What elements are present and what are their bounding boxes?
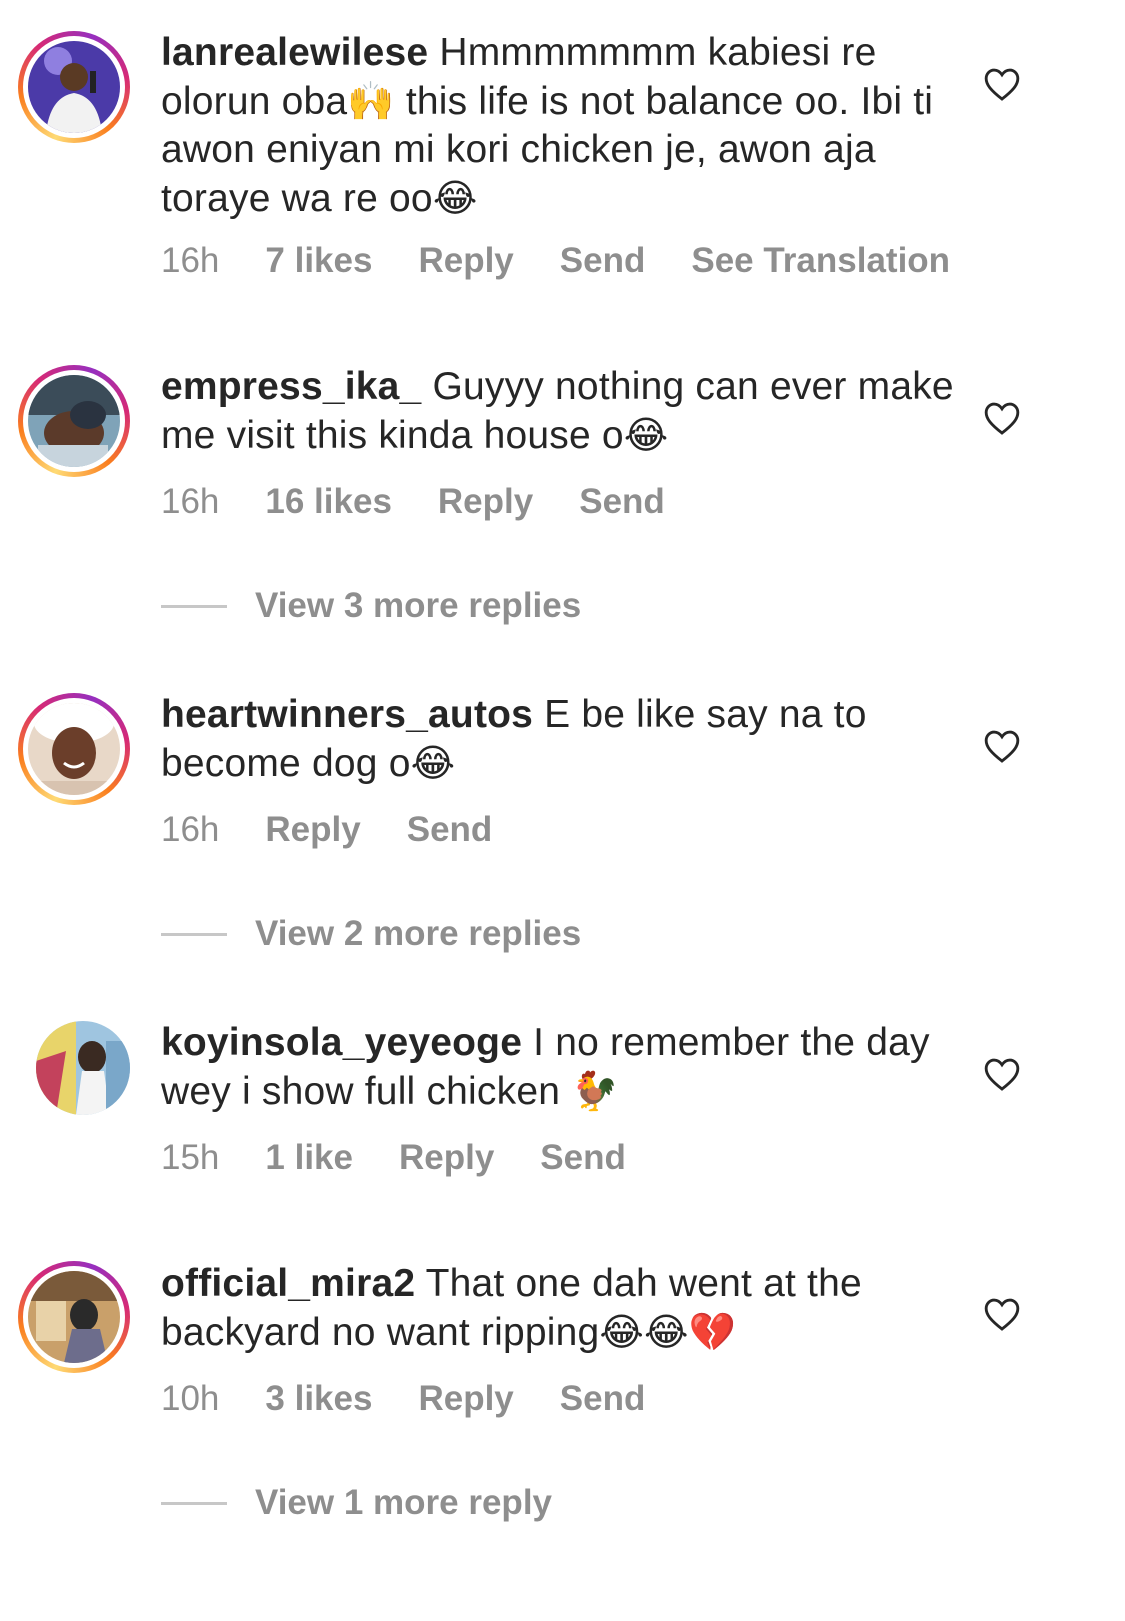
reply-button[interactable]: Reply xyxy=(418,241,513,280)
heart-outline-icon[interactable] xyxy=(983,728,1021,764)
comment-meta: 10h 3 likes Reply Send xyxy=(161,1379,691,1419)
view-replies-label: View 3 more replies xyxy=(255,586,582,625)
comment-meta: 16h 7 likes Reply Send See Translation xyxy=(161,241,996,281)
laughing-emoji: 😂 xyxy=(432,176,478,220)
view-replies-label: View 1 more reply xyxy=(255,1483,553,1522)
comment-time: 15h xyxy=(161,1138,220,1177)
avatar-image xyxy=(28,703,120,795)
comment-text: empress_ika_ Guyyy nothing can ever make… xyxy=(161,363,961,460)
comment-text: lanrealewilese Hmmmmmmm kabiesi re oloru… xyxy=(161,29,961,223)
send-button[interactable]: Send xyxy=(540,1138,626,1177)
comment-username[interactable]: lanrealewilese xyxy=(161,31,428,74)
heart-outline-icon[interactable] xyxy=(983,1056,1021,1092)
replies-divider xyxy=(161,604,227,608)
comment-username[interactable]: empress_ika_ xyxy=(161,365,421,408)
send-button[interactable]: Send xyxy=(407,810,493,849)
laughing-emoji: 😂 xyxy=(623,413,669,457)
avatar[interactable] xyxy=(18,1021,130,1133)
avatar[interactable] xyxy=(18,365,130,477)
reply-button[interactable]: Reply xyxy=(399,1138,494,1177)
comment-time: 10h xyxy=(161,1379,220,1418)
view-replies-button[interactable]: View 2 more replies xyxy=(161,914,581,954)
view-replies-button[interactable]: View 3 more replies xyxy=(161,586,581,626)
likes-count[interactable]: 3 likes xyxy=(265,1379,372,1418)
comment-time: 16h xyxy=(161,482,220,521)
likes-count[interactable]: 1 like xyxy=(265,1138,353,1177)
heart-outline-icon[interactable] xyxy=(983,1296,1021,1332)
comment-time: 16h xyxy=(161,241,220,280)
avatar[interactable] xyxy=(18,1261,130,1373)
rooster-emoji: 🐓 xyxy=(571,1069,619,1113)
comment-text: heartwinners_autos E be like say na to b… xyxy=(161,691,961,788)
comment-username[interactable]: koyinsola_yeyeoge xyxy=(161,1021,522,1064)
avatar[interactable] xyxy=(18,31,130,143)
view-replies-button[interactable]: View 1 more reply xyxy=(161,1483,552,1523)
avatar-image xyxy=(28,1271,120,1363)
comment-meta: 16h Reply Send xyxy=(161,810,538,850)
replies-divider xyxy=(161,1501,227,1505)
likes-count[interactable]: 7 likes xyxy=(265,241,372,280)
avatar-image xyxy=(28,375,120,467)
avatar-image xyxy=(28,41,120,133)
send-button[interactable]: Send xyxy=(579,482,665,521)
laughing-emoji: 😂 xyxy=(410,741,456,785)
send-button[interactable]: Send xyxy=(560,241,646,280)
comment-text: koyinsola_yeyeoge I no remember the day … xyxy=(161,1019,961,1116)
comment-time: 16h xyxy=(161,810,220,849)
comment-username[interactable]: heartwinners_autos xyxy=(161,693,533,736)
avatar[interactable] xyxy=(18,693,130,805)
reply-button[interactable]: Reply xyxy=(265,810,360,849)
comment-text: official_mira2 That one dah went at the … xyxy=(161,1260,961,1357)
comment-username[interactable]: official_mira2 xyxy=(161,1262,415,1305)
reply-button[interactable]: Reply xyxy=(438,482,533,521)
send-button[interactable]: Send xyxy=(560,1379,646,1418)
raised-hands-emoji: 🙌 xyxy=(347,79,395,123)
heart-outline-icon[interactable] xyxy=(983,400,1021,436)
heart-outline-icon[interactable] xyxy=(983,66,1021,102)
laughing-and-broken-heart-emoji: 😂😂💔 xyxy=(599,1310,737,1354)
likes-count[interactable]: 16 likes xyxy=(265,482,392,521)
view-replies-label: View 2 more replies xyxy=(255,914,582,953)
comment-meta: 16h 16 likes Reply Send xyxy=(161,482,711,522)
reply-button[interactable]: Reply xyxy=(418,1379,513,1418)
see-translation-button[interactable]: See Translation xyxy=(691,241,950,280)
replies-divider xyxy=(161,932,227,936)
comment-meta: 15h 1 like Reply Send xyxy=(161,1138,672,1178)
avatar-image xyxy=(36,1021,130,1115)
